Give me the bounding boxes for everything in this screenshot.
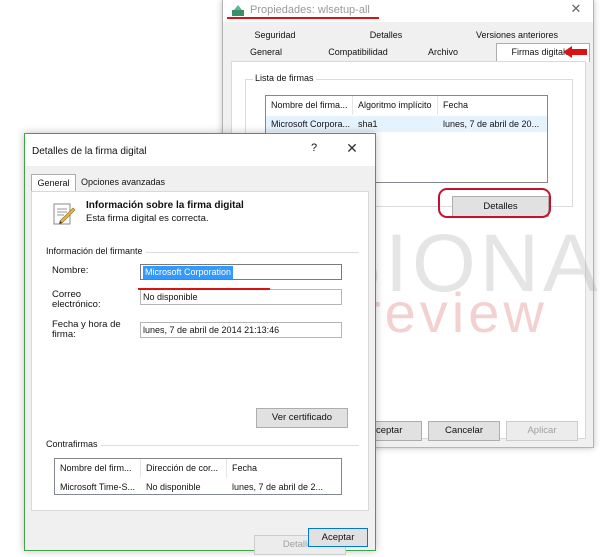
column-header-date[interactable]: Fecha — [438, 96, 547, 115]
cell-algorithm: sha1 — [358, 119, 378, 129]
tab-seguridad[interactable]: Seguridad — [236, 27, 314, 44]
cell-email: No disponible — [146, 482, 201, 492]
dialog-title: Detalles de la firma digital — [32, 146, 147, 157]
countersignature-list[interactable]: Nombre del firm... Dirección de cor... F… — [54, 458, 342, 495]
name-field[interactable]: Microsoft Corporation — [140, 264, 342, 280]
email-field[interactable]: No disponible — [140, 289, 342, 305]
date-field[interactable]: lunes, 7 de abril de 2014 21:13:46 — [140, 322, 342, 338]
help-icon[interactable]: ? — [304, 142, 324, 154]
close-icon[interactable]: ✕ — [342, 140, 362, 157]
email-label-line2: electrónico: — [52, 299, 101, 310]
column-header-date[interactable]: Fecha — [227, 459, 341, 478]
signature-details-dialog: Detalles de la firma digital ? ✕ General… — [24, 133, 376, 555]
red-underline-annotation — [138, 288, 270, 290]
cell-name: Microsoft Time-S... — [60, 482, 136, 492]
certificate-icon — [53, 203, 76, 225]
column-header-name[interactable]: Nombre del firm... — [55, 459, 141, 478]
column-header-email[interactable]: Dirección de cor... — [141, 459, 227, 478]
tabs-row-top: Seguridad Detalles Versiones anteriores — [226, 27, 590, 44]
cancel-button[interactable]: Cancelar — [428, 421, 500, 441]
view-certificate-button[interactable]: Ver certificado — [256, 408, 348, 428]
signature-list-label: Lista de firmas — [253, 73, 316, 83]
dialog-titlebar: Detalles de la firma digital ? ✕ — [25, 134, 375, 166]
countersignatures-label: Contrafirmas — [46, 439, 101, 449]
red-arrow-annotation — [563, 46, 587, 58]
properties-titlebar: Propiedades: wlsetup-all ✕ — [223, 0, 593, 22]
name-label: Nombre: — [52, 265, 89, 276]
tab-general[interactable]: General — [230, 44, 302, 61]
info-description: Esta firma digital es correcta. — [86, 213, 209, 224]
tab-general[interactable]: General — [31, 174, 76, 192]
general-panel: Información sobre la firma digital Esta … — [31, 191, 369, 555]
column-header-name[interactable]: Nombre del firma... — [266, 96, 353, 115]
date-label-line2: firma: — [52, 329, 76, 340]
watermark-review: review — [362, 281, 548, 344]
signer-info-label: Información del firmante — [46, 246, 146, 256]
app-icon — [232, 5, 244, 16]
tabs-row-bottom: General Compatibilidad Archivo Firmas di… — [226, 43, 590, 62]
red-underline-annotation — [227, 17, 379, 19]
tab-archivo[interactable]: Archivo — [414, 44, 472, 61]
cell-name: Microsoft Corpora... — [271, 119, 351, 129]
tab-detalles[interactable]: Detalles — [344, 27, 428, 44]
accept-button[interactable]: Aceptar — [308, 528, 368, 547]
tab-compatibilidad[interactable]: Compatibilidad — [322, 44, 394, 61]
apply-button[interactable]: Aplicar — [506, 421, 578, 441]
close-icon[interactable]: ✕ — [566, 1, 586, 17]
tab-versiones-anteriores[interactable]: Versiones anteriores — [454, 27, 580, 44]
red-circle-annotation — [438, 188, 551, 218]
cell-date: lunes, 7 de abril de 2... — [232, 482, 324, 492]
cell-date: lunes, 7 de abril de 20... — [443, 119, 540, 129]
tab-opciones-avanzadas[interactable]: Opciones avanzadas — [77, 175, 169, 191]
name-value: Microsoft Corporation — [143, 266, 234, 279]
column-header-algorithm[interactable]: Algoritmo implícito — [353, 96, 438, 115]
properties-title: Propiedades: wlsetup-all — [250, 4, 370, 16]
info-title: Información sobre la firma digital — [86, 200, 244, 211]
